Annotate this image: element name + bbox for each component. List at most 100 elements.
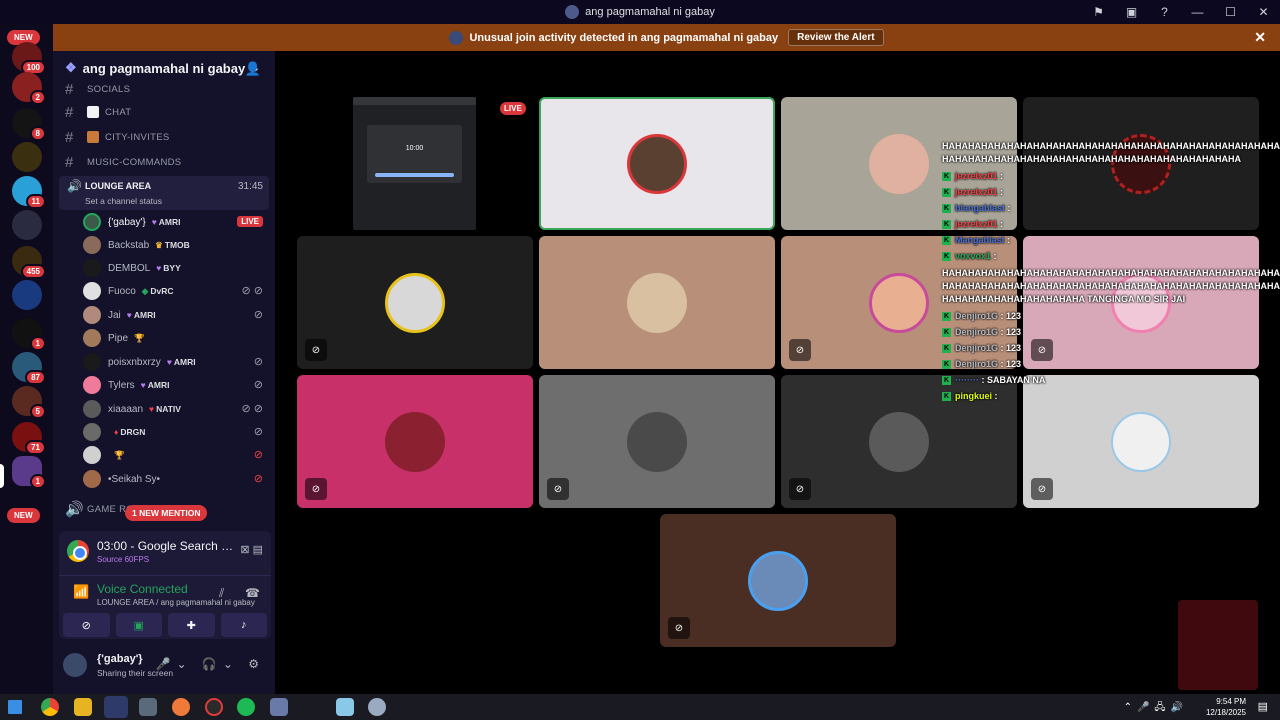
server-item[interactable]: 100 — [12, 42, 46, 75]
kick-icon: K — [942, 235, 951, 245]
guild-tag: ♦ DRGN — [114, 427, 146, 437]
chat-overlay: HAHAHAHAHAHAHAHAHAHAHAHAHAHAHAHAHAHAHAHA… — [942, 138, 1280, 404]
signal-icon: 📶 — [73, 584, 90, 599]
member-row[interactable]: 🏆 ⊘ — [83, 445, 269, 465]
avatar — [83, 259, 101, 277]
member-row[interactable]: Fuoco ◆ DvRC ⊘ ⊘ — [83, 281, 269, 301]
title-bar: ang pagmamahal ni gabay ⚑ ▣ ? — ☐ ✕ — [0, 0, 1280, 24]
alert-banner: Unusual join activity detected in ang pa… — [53, 24, 1280, 51]
soundboard-button[interactable]: ♪ — [220, 613, 267, 637]
member-row[interactable]: Jai ♥ AMRI ⊘ — [83, 305, 269, 325]
server-muted-icon: ⊘ — [668, 617, 690, 639]
server-item[interactable]: 1 — [12, 318, 46, 351]
chat-line: HAHAHAHAHAHAHAHAHAHAHAHAHAHAHAHAHAHAHAHA… — [942, 141, 1280, 164]
obs-icon[interactable] — [205, 698, 223, 716]
member-row[interactable]: Tylers ♥ AMRI ⊘ — [83, 375, 269, 395]
server-item[interactable]: 87 — [12, 352, 46, 385]
participant-tile[interactable] — [539, 97, 775, 230]
server-item[interactable]: 455 — [12, 246, 46, 279]
chrome-icon[interactable] — [41, 698, 59, 716]
member-row[interactable]: xiaaaan ♥ NATIV ⊘ ⊘ — [83, 399, 269, 419]
chat-line: HAHAHAHAHAHAHAHAHAHAHAHAHAHAHAHAHAHAHAHA… — [942, 267, 1280, 304]
kick-icon: K — [942, 311, 951, 321]
server-item[interactable] — [12, 210, 42, 240]
server-item[interactable]: 2 — [12, 72, 46, 105]
notification-icon[interactable]: ▤ — [1258, 700, 1268, 713]
kick-icon: K — [942, 251, 951, 261]
clock[interactable]: 9:54 PM 12/18/2025 — [1206, 696, 1246, 718]
inbox-icon[interactable]: ⚑ — [1082, 0, 1115, 24]
app-icon[interactable] — [270, 698, 288, 716]
new-mention-pill[interactable]: 1 NEW MENTION — [125, 505, 208, 521]
app-icon[interactable] — [336, 698, 354, 716]
member-row[interactable]: {'gabay'} ♥ AMRI LIVE — [83, 212, 269, 232]
voice-channel-game-room[interactable]: 🔊 GAME RO — [65, 499, 134, 519]
new-pill[interactable]: NEW — [7, 508, 40, 523]
spotify-icon[interactable] — [237, 698, 255, 716]
participant-tile[interactable]: ⊘ — [539, 375, 775, 508]
channel-city-invites[interactable]: # CITY-INVITES — [65, 127, 169, 147]
user-controls[interactable]: 🎤⌄ 🎧⌄ ⚙ — [156, 657, 265, 671]
avatar — [83, 353, 101, 371]
disconnect-icon[interactable]: ☎ — [245, 586, 260, 600]
server-item-active[interactable]: 1 — [12, 456, 46, 489]
windows-start-icon[interactable] — [8, 700, 22, 714]
avatar — [83, 423, 101, 441]
member-row[interactable]: Pipe 🏆 — [83, 328, 269, 348]
taskbar: ⌃🎤🖧🔊 9:54 PM 12/18/2025 ▤ — [0, 694, 1280, 720]
invite-icon[interactable]: 👤 — [245, 61, 261, 77]
kick-icon: K — [942, 391, 951, 401]
noise-suppression-icon[interactable]: ⫽ — [219, 586, 224, 601]
server-item[interactable]: 8 — [12, 108, 46, 141]
channel-status[interactable]: Set a channel status — [85, 196, 162, 206]
city-emoji-icon — [87, 131, 99, 143]
system-tray[interactable]: ⌃🎤🖧🔊 — [1124, 700, 1188, 717]
screenshare-tile[interactable]: 10:00 — [353, 97, 476, 230]
app-icon[interactable] — [368, 698, 386, 716]
notepad-icon[interactable] — [139, 698, 157, 716]
close-button[interactable]: ✕ — [1247, 0, 1280, 24]
activities-button[interactable]: ✚ — [168, 613, 215, 637]
participant-tile[interactable]: ⊘ — [297, 375, 533, 508]
boost-icon: ❖ — [65, 60, 77, 75]
member-row[interactable]: Backstab ♛ TMOB — [83, 235, 269, 255]
participant-tile[interactable]: ⊘ — [660, 514, 896, 647]
muted-icon: ⊘ — [253, 309, 263, 321]
server-item[interactable] — [12, 280, 42, 310]
muted-icon: ⊘ — [253, 379, 263, 391]
channel-music-commands[interactable]: # MUSIC-COMMANDS — [65, 152, 181, 172]
server-item[interactable]: 11 — [12, 176, 46, 209]
close-icon[interactable]: ✕ — [1254, 29, 1266, 46]
muted-icon: ⊘ — [253, 356, 263, 368]
voice-channel-lounge[interactable]: 🔊 LOUNGE AREA 31:45 Set a channel status — [59, 176, 269, 210]
alert-text: Unusual join activity detected in ang pa… — [469, 31, 779, 44]
channel-socials[interactable]: # SOCIALS — [65, 79, 130, 99]
avatar[interactable] — [63, 653, 87, 677]
minimize-button[interactable]: — — [1181, 0, 1214, 24]
member-row[interactable]: DEMBOL ♥ BYY — [83, 258, 269, 278]
camera-off-button[interactable]: ⊘ — [63, 613, 110, 637]
server-item[interactable]: 71 — [12, 422, 46, 455]
server-item[interactable] — [12, 142, 42, 172]
file-explorer-icon[interactable] — [74, 698, 92, 716]
member-row[interactable]: •Seikah Sy• ⊘ — [83, 469, 269, 489]
channel-chat[interactable]: # CHAT — [65, 102, 131, 122]
chat-line: Kblangablast : — [942, 203, 1011, 213]
muted-icon: ⊘ — [789, 339, 811, 361]
review-alert-button[interactable]: Review the Alert — [788, 29, 884, 46]
channel-sidebar: ❖ ang pagmamahal ni gabay ⌄ 👤 # SOCIALS #… — [53, 51, 275, 694]
discord-icon[interactable] — [104, 696, 128, 718]
member-row[interactable]: ♦ DRGN ⊘ — [83, 422, 269, 442]
kick-icon: K — [942, 203, 951, 213]
overlay-icon[interactable]: ▣ — [1115, 0, 1148, 24]
participant-tile[interactable] — [539, 236, 775, 369]
stream-controls[interactable]: ⊠ ▤ — [240, 543, 263, 556]
maximize-button[interactable]: ☐ — [1214, 0, 1247, 24]
app-icon[interactable] — [172, 698, 190, 716]
member-row[interactable]: poisxnbxrzy ♥ AMRI ⊘ — [83, 352, 269, 372]
help-icon[interactable]: ? — [1148, 0, 1181, 24]
participant-tile[interactable]: ⊘ — [297, 236, 533, 369]
chat-line: Kvoxvox1 : — [942, 251, 997, 261]
screenshare-button[interactable]: ▣ — [115, 613, 162, 637]
server-item[interactable]: 5 — [12, 386, 46, 419]
